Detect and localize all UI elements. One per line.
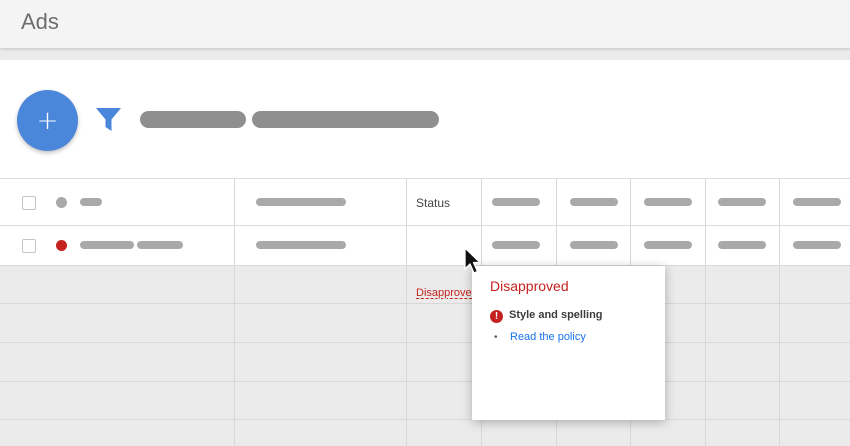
ad-name-cell[interactable] xyxy=(80,241,134,249)
row-checkbox[interactable] xyxy=(22,239,36,253)
read-policy-link[interactable]: Read the policy xyxy=(510,331,586,343)
add-button[interactable]: + xyxy=(17,90,78,151)
filter-icon[interactable] xyxy=(95,106,122,133)
grid-line xyxy=(0,342,850,343)
table-cell xyxy=(570,241,618,249)
table-cell xyxy=(492,241,540,249)
policy-name: Style and spelling xyxy=(509,309,603,321)
grid-line xyxy=(0,419,850,420)
tooltip-title: Disapproved xyxy=(490,278,569,294)
page-title: Ads xyxy=(21,9,59,34)
table-cell xyxy=(256,241,346,249)
column-header[interactable] xyxy=(492,198,540,206)
disapproval-tooltip: Disapproved ! Style and spelling • Read … xyxy=(472,266,665,420)
column-header[interactable] xyxy=(570,198,618,206)
status-dot-icon xyxy=(56,197,67,208)
column-divider xyxy=(705,178,706,446)
table-header-row: Status xyxy=(0,178,850,225)
table-cell xyxy=(718,241,766,249)
status-disapproved-link[interactable]: Disapproved xyxy=(416,287,478,299)
column-header[interactable] xyxy=(718,198,766,206)
filter-chip[interactable] xyxy=(140,111,246,128)
filter-chip[interactable] xyxy=(252,111,439,128)
select-all-checkbox[interactable] xyxy=(22,196,36,210)
add-icon: + xyxy=(36,105,59,136)
grid-line xyxy=(0,265,850,266)
app-header: Ads xyxy=(0,0,850,48)
bullet: • xyxy=(494,332,498,343)
column-divider xyxy=(406,178,407,446)
column-divider xyxy=(779,178,780,446)
grid-line xyxy=(0,303,850,304)
table-row: Disapproved xyxy=(0,225,850,299)
disapproved-dot-icon xyxy=(56,240,67,251)
column-header[interactable] xyxy=(80,198,102,206)
mouse-cursor-icon xyxy=(464,247,481,274)
column-header[interactable] xyxy=(793,198,841,206)
table-cell xyxy=(644,241,692,249)
ad-name-cell xyxy=(137,241,183,249)
error-icon: ! xyxy=(490,310,503,323)
column-header[interactable] xyxy=(256,198,346,206)
grid-line xyxy=(0,381,850,382)
ads-table: Status Disapproved xyxy=(0,178,850,446)
status-column-header[interactable]: Status xyxy=(416,196,450,210)
column-header[interactable] xyxy=(644,198,692,206)
column-divider xyxy=(234,178,235,446)
table-cell xyxy=(793,241,841,249)
toolbar: + xyxy=(0,60,850,178)
